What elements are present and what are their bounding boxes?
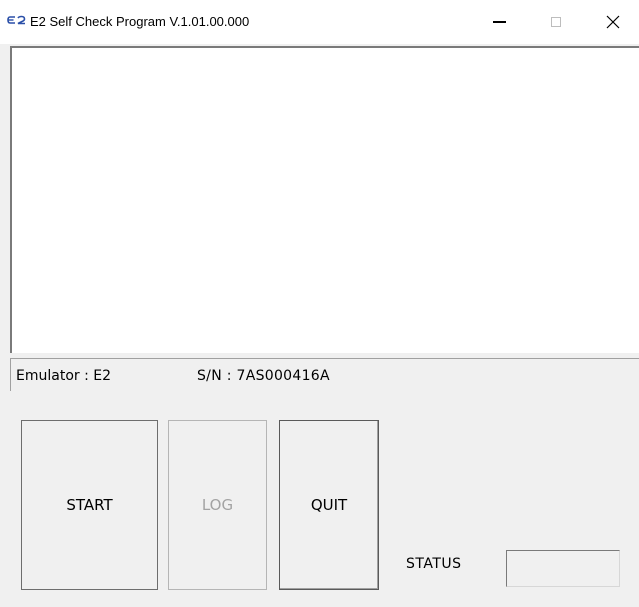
log-button[interactable]: LOG bbox=[168, 420, 267, 590]
status-label: STATUS bbox=[406, 556, 462, 572]
status-indicator-box bbox=[506, 550, 620, 587]
start-button[interactable]: START bbox=[21, 420, 158, 590]
close-button[interactable] bbox=[590, 0, 636, 44]
title-bar[interactable]: E2 Self Check Program V.1.01.00.000 bbox=[0, 0, 639, 44]
emulator-info-bar: Emulator : E2 S/N : 7AS000416A bbox=[10, 358, 639, 391]
minimize-button[interactable] bbox=[476, 0, 522, 44]
app-window: E2 Self Check Program V.1.01.00.000 Emul… bbox=[0, 0, 639, 607]
minimize-icon bbox=[492, 21, 506, 23]
app-icon bbox=[7, 15, 27, 28]
close-icon bbox=[606, 15, 620, 29]
emulator-label: Emulator : E2 bbox=[16, 368, 112, 384]
serial-number-label: S/N : 7AS000416A bbox=[197, 368, 330, 384]
e2-logo-icon bbox=[7, 15, 26, 25]
output-log-area[interactable] bbox=[10, 46, 639, 353]
quit-button[interactable]: QUIT bbox=[279, 420, 379, 590]
maximize-icon bbox=[551, 17, 561, 27]
window-title: E2 Self Check Program V.1.01.00.000 bbox=[30, 14, 250, 29]
maximize-button[interactable] bbox=[533, 0, 579, 44]
